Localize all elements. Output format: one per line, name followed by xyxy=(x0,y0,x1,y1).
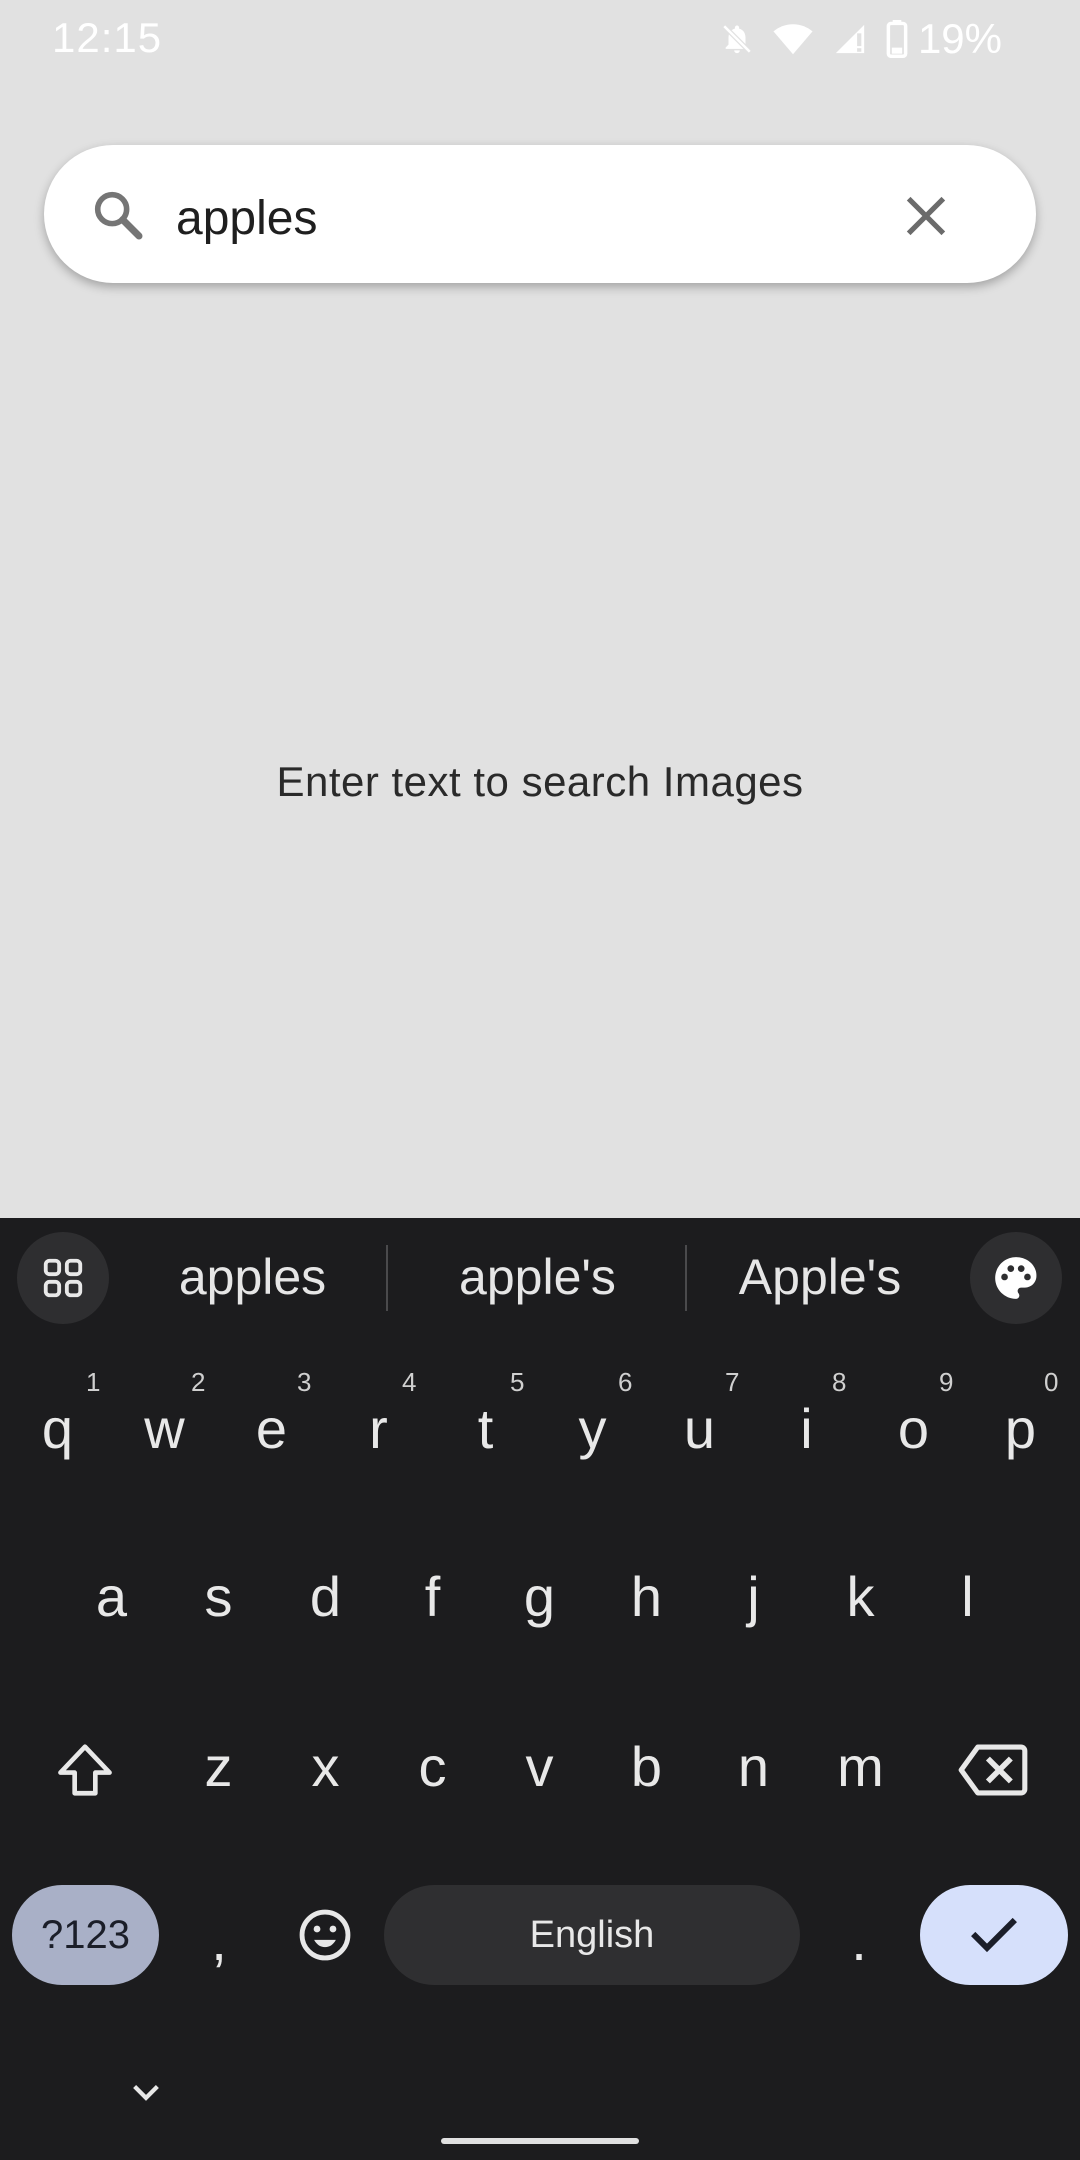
key-x[interactable]: x xyxy=(272,1706,379,1826)
emoji-icon xyxy=(299,1909,351,1961)
suggestion-divider xyxy=(386,1245,388,1311)
suggestion-2[interactable]: apple's xyxy=(420,1245,655,1309)
key-v[interactable]: v xyxy=(486,1706,593,1826)
keyboard-apps-button[interactable] xyxy=(17,1232,109,1324)
apps-grid-icon xyxy=(43,1258,83,1298)
space-key[interactable]: English xyxy=(384,1885,800,1985)
signal-icon xyxy=(835,24,865,54)
clear-icon[interactable] xyxy=(900,190,952,242)
key-h[interactable]: h xyxy=(593,1536,700,1656)
theme-button[interactable] xyxy=(970,1232,1062,1324)
backspace-key[interactable] xyxy=(940,1710,1046,1830)
key-hint-1: 1 xyxy=(86,1367,101,1397)
key-s[interactable]: s xyxy=(165,1536,272,1656)
suggestion-1[interactable]: apples xyxy=(140,1245,365,1309)
status-time: 12:15 xyxy=(52,14,163,61)
backspace-icon xyxy=(958,1744,1028,1796)
empty-state-message: Enter text to search Images xyxy=(276,758,804,805)
keyboard xyxy=(0,1218,1080,2160)
key-hint-9: 9 xyxy=(939,1367,954,1397)
symbols-key[interactable]: ?123 xyxy=(12,1885,159,1985)
key-g[interactable]: g xyxy=(486,1536,593,1656)
key-a[interactable]: a xyxy=(58,1536,165,1656)
emoji-key[interactable] xyxy=(272,1880,378,1990)
battery-icon xyxy=(886,20,908,58)
key-hint-4: 4 xyxy=(402,1367,417,1397)
key-d[interactable]: d xyxy=(272,1536,379,1656)
key-hint-2: 2 xyxy=(191,1367,206,1397)
key-hint-8: 8 xyxy=(832,1367,847,1397)
suggestion-3[interactable]: Apple's xyxy=(710,1245,930,1309)
status-bar: 12:15 19% xyxy=(0,0,1080,80)
key-hint-7: 7 xyxy=(725,1367,740,1397)
key-m[interactable]: m xyxy=(807,1706,914,1826)
shift-icon xyxy=(58,1744,112,1796)
search-input[interactable] xyxy=(176,178,856,258)
battery-percentage: 19% xyxy=(917,15,1002,62)
shift-key[interactable] xyxy=(32,1710,138,1830)
key-n[interactable]: n xyxy=(700,1706,807,1826)
key-z[interactable]: z xyxy=(165,1706,272,1826)
suggestion-divider xyxy=(685,1245,687,1311)
key-c[interactable]: c xyxy=(379,1706,486,1826)
palette-icon xyxy=(995,1257,1037,1299)
key-l[interactable]: l xyxy=(914,1536,1021,1656)
key-hint-3: 3 xyxy=(297,1367,312,1397)
key-k[interactable]: k xyxy=(807,1536,914,1656)
comma-key[interactable]: , xyxy=(166,1890,272,1990)
status-icons: 19% xyxy=(720,14,1002,64)
search-icon xyxy=(94,191,143,240)
gesture-nav-handle[interactable] xyxy=(441,2138,639,2144)
mute-bell-icon xyxy=(722,24,752,54)
wifi-icon xyxy=(773,24,813,55)
enter-key[interactable] xyxy=(920,1885,1068,1985)
key-hint-0: 0 xyxy=(1044,1367,1059,1397)
key-j[interactable]: j xyxy=(700,1536,807,1656)
key-hint-6: 6 xyxy=(618,1367,633,1397)
checkmark-icon xyxy=(971,1917,1017,1953)
hide-keyboard-icon[interactable] xyxy=(126,2080,166,2106)
key-f[interactable]: f xyxy=(379,1536,486,1656)
key-b[interactable]: b xyxy=(593,1706,700,1826)
period-key[interactable]: . xyxy=(806,1890,912,1990)
key-hint-5: 5 xyxy=(510,1367,525,1397)
